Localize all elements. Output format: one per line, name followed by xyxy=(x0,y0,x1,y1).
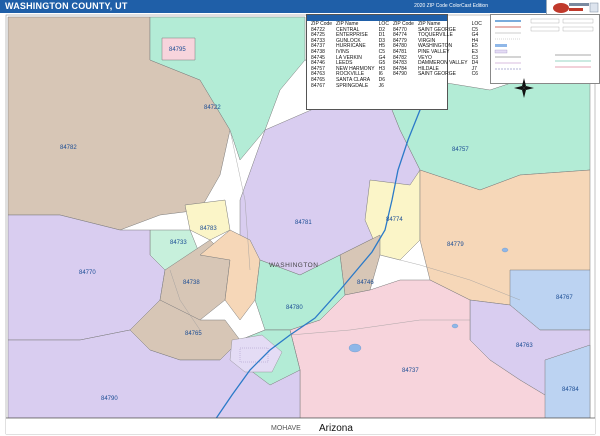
zip-label-84733: 84733 xyxy=(170,240,187,246)
table-cell xyxy=(470,84,484,90)
zip-label-84770: 84770 xyxy=(79,270,96,276)
zip-label-84746: 84746 xyxy=(357,280,374,286)
zip-label-84774: 84774 xyxy=(386,217,403,223)
zip-label-84722: 84722 xyxy=(204,105,221,111)
neighbor-county-label: MOHAVE xyxy=(271,425,301,432)
table-cell: J6 xyxy=(378,82,384,89)
zip-code-table: ZIP Code ZIP Name LOC ZIP Code ZIP Name … xyxy=(309,21,484,90)
zip-label-84765: 84765 xyxy=(185,331,202,337)
table-cell: SPRINGDALE xyxy=(336,82,369,89)
zip-label-84763: 84763 xyxy=(516,343,533,349)
zip-label-84779: 84779 xyxy=(447,242,464,248)
table-row: 84767 SPRINGDALE J6 xyxy=(309,82,484,90)
zip-label-84783: 84783 xyxy=(200,226,217,232)
state-label: Arizona xyxy=(319,423,353,434)
zip-label-84767: 84767 xyxy=(556,295,573,301)
map-legend xyxy=(490,14,600,84)
zip-label-84780: 84780 xyxy=(286,305,303,311)
zip-label-84781: 84781 xyxy=(295,220,312,226)
zip-label-84757: 84757 xyxy=(452,147,469,153)
zip-label-84737: 84737 xyxy=(402,368,419,374)
legend-swatches xyxy=(494,18,594,70)
zip-label-84784: 84784 xyxy=(562,387,579,393)
county-name-label: WASHINGTON xyxy=(269,262,318,269)
table-cell xyxy=(416,84,470,90)
table-cell xyxy=(391,84,416,90)
zip-label-84782: 84782 xyxy=(60,145,77,151)
zip-label-84790: 84790 xyxy=(101,396,118,402)
zip-label-84738: 84738 xyxy=(183,280,200,286)
zip-code-table-panel: ZIP Code ZIP Name LOC ZIP Code ZIP Name … xyxy=(306,14,482,110)
compass-rose-icon xyxy=(514,78,534,98)
table-cell: 84767 xyxy=(311,82,325,89)
zip-label-84795: 84795 xyxy=(169,47,186,53)
